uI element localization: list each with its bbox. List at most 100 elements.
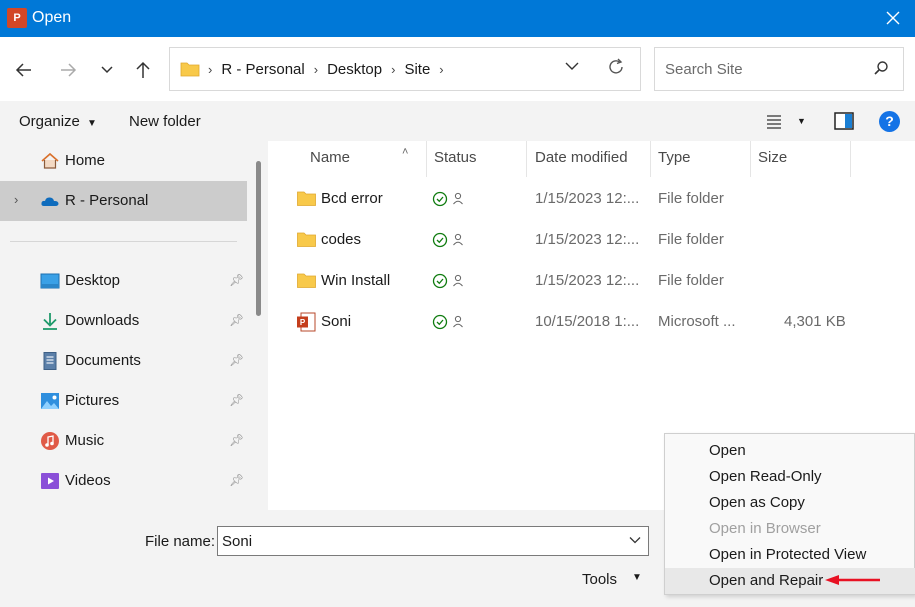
back-button[interactable] <box>11 57 37 83</box>
breadcrumb-separator: › <box>313 61 319 77</box>
arrow-left-icon <box>15 63 31 77</box>
sidebar-item-pictures[interactable]: Pictures 📌︎ <box>0 381 247 421</box>
menu-item-label: Open in Browser <box>709 520 821 537</box>
file-row[interactable]: Win Install 1/15/2023 12:... File folder <box>268 261 915 302</box>
breadcrumb-r-personal[interactable]: R - Personal <box>214 61 311 78</box>
sidebar-item-label: Pictures <box>65 392 120 409</box>
breadcrumb-separator[interactable]: › <box>437 62 445 77</box>
sidebar-item-videos[interactable]: Videos 📌︎ <box>0 461 247 501</box>
sort-ascending-icon: ˄ <box>402 146 409 158</box>
close-icon <box>886 11 900 25</box>
column-header-size[interactable]: Size <box>758 149 787 181</box>
close-button[interactable] <box>881 6 905 32</box>
organize-label: Organize <box>19 113 80 130</box>
sidebar-item-desktop[interactable]: Desktop 📌︎ <box>0 261 247 301</box>
sidebar-item-label: Downloads <box>65 312 140 329</box>
column-header-name[interactable]: Name ˄ <box>310 146 408 181</box>
file-row[interactable]: P Soni 10/15/2018 1:... Microsoft ... 4,… <box>268 302 915 343</box>
download-icon <box>43 313 57 330</box>
tools-button[interactable]: Tools <box>582 571 617 588</box>
preview-pane-button[interactable] <box>834 112 854 134</box>
music-icon <box>41 432 59 450</box>
pin-icon[interactable]: 📌︎ <box>229 393 244 407</box>
address-bar[interactable]: › R - Personal › Desktop › Site › <box>169 47 641 91</box>
chevron-down-icon[interactable] <box>628 533 642 547</box>
breadcrumb-separator: › <box>208 61 213 77</box>
command-bar: Organize ▼ New folder ▼ ? <box>0 101 915 141</box>
document-icon <box>43 352 57 370</box>
recent-locations-button[interactable] <box>94 57 120 83</box>
breadcrumb-site[interactable]: Site <box>397 61 437 78</box>
help-button[interactable]: ? <box>879 111 900 132</box>
column-divider[interactable] <box>750 141 751 177</box>
sync-available-icon <box>432 232 463 248</box>
breadcrumb-desktop[interactable]: Desktop <box>320 61 389 78</box>
column-header-type[interactable]: Type <box>658 149 691 181</box>
sync-available-icon <box>432 273 463 289</box>
forward-button[interactable] <box>55 57 81 83</box>
pin-icon[interactable]: 📌︎ <box>229 353 244 367</box>
menu-item-label: Open Read-Only <box>709 468 822 485</box>
navigation-bar: › R - Personal › Desktop › Site › Search… <box>0 37 915 101</box>
file-name-field[interactable]: Soni <box>217 526 649 556</box>
sidebar-item-label: Music <box>65 432 105 449</box>
menu-item-label: Open as Copy <box>709 494 805 511</box>
window-title: Open <box>32 9 72 26</box>
organize-button[interactable]: Organize ▼ <box>19 113 97 130</box>
search-input[interactable]: Search Site <box>654 47 904 91</box>
refresh-button[interactable] <box>606 57 626 81</box>
sidebar-item-documents[interactable]: Documents 📌︎ <box>0 341 247 381</box>
file-date: 1/15/2023 12:... <box>535 231 640 248</box>
menu-item-open-read-only[interactable]: Open Read-Only <box>665 464 915 490</box>
search-placeholder: Search Site <box>665 61 743 78</box>
pin-icon[interactable]: 📌︎ <box>229 313 244 327</box>
navigation-pane: Home › R - Personal Desktop 📌︎ Downloads… <box>0 141 268 510</box>
file-row[interactable]: Bcd error 1/15/2023 12:... File folder <box>268 179 915 220</box>
file-date: 1/15/2023 12:... <box>535 190 640 207</box>
menu-item-open-as-copy[interactable]: Open as Copy <box>665 490 915 516</box>
caret-down-icon[interactable]: ▼ <box>632 572 642 583</box>
pin-icon[interactable]: 📌︎ <box>229 273 244 287</box>
sidebar-item-downloads[interactable]: Downloads 📌︎ <box>0 301 247 341</box>
sidebar-item-label: Videos <box>65 472 111 489</box>
powerpoint-app-icon: P <box>7 8 27 28</box>
sync-available-icon <box>432 191 463 207</box>
column-divider[interactable] <box>526 141 527 177</box>
sidebar-item-home[interactable]: Home <box>0 141 247 181</box>
menu-item-open-in-protected-view[interactable]: Open in Protected View <box>665 542 915 568</box>
sidebar-item-r-personal[interactable]: › R - Personal <box>0 181 247 221</box>
column-header-date-modified[interactable]: Date modified <box>535 149 628 181</box>
chevron-down-icon <box>101 66 113 74</box>
file-size: 4,301 KB <box>784 313 846 330</box>
menu-item-open-in-browser: Open in Browser <box>665 516 915 542</box>
file-name: Win Install <box>321 272 391 289</box>
pin-icon[interactable]: 📌︎ <box>229 433 244 447</box>
preview-pane-icon <box>834 112 854 130</box>
sidebar-item-music[interactable]: Music 📌︎ <box>0 421 247 461</box>
file-name: Soni <box>321 313 352 330</box>
change-view-button[interactable]: ▼ <box>766 113 806 133</box>
folder-icon <box>180 62 200 77</box>
column-divider[interactable] <box>850 141 851 177</box>
column-header-label: Name <box>310 149 351 166</box>
new-folder-button[interactable]: New folder <box>129 113 201 130</box>
file-name: codes <box>321 231 362 248</box>
desktop-icon <box>40 273 60 289</box>
column-header-status[interactable]: Status <box>434 149 477 181</box>
file-type: File folder <box>658 190 724 207</box>
powerpoint-file-icon: P <box>297 312 316 332</box>
pin-icon[interactable]: 📌︎ <box>229 473 244 487</box>
video-icon <box>41 473 59 489</box>
chevron-right-icon[interactable]: › <box>14 192 18 207</box>
column-divider[interactable] <box>426 141 427 177</box>
address-history-dropdown[interactable] <box>564 58 580 78</box>
file-row[interactable]: codes 1/15/2023 12:... File folder <box>268 220 915 261</box>
up-button[interactable] <box>130 57 156 83</box>
title-bar: P Open <box>0 0 915 37</box>
cloud-icon <box>41 197 59 206</box>
sidebar-item-label: R - Personal <box>65 192 149 209</box>
column-divider[interactable] <box>650 141 651 177</box>
menu-item-open[interactable]: Open <box>665 438 915 464</box>
sidebar-scrollbar[interactable] <box>256 161 261 316</box>
arrow-right-icon <box>61 63 77 77</box>
